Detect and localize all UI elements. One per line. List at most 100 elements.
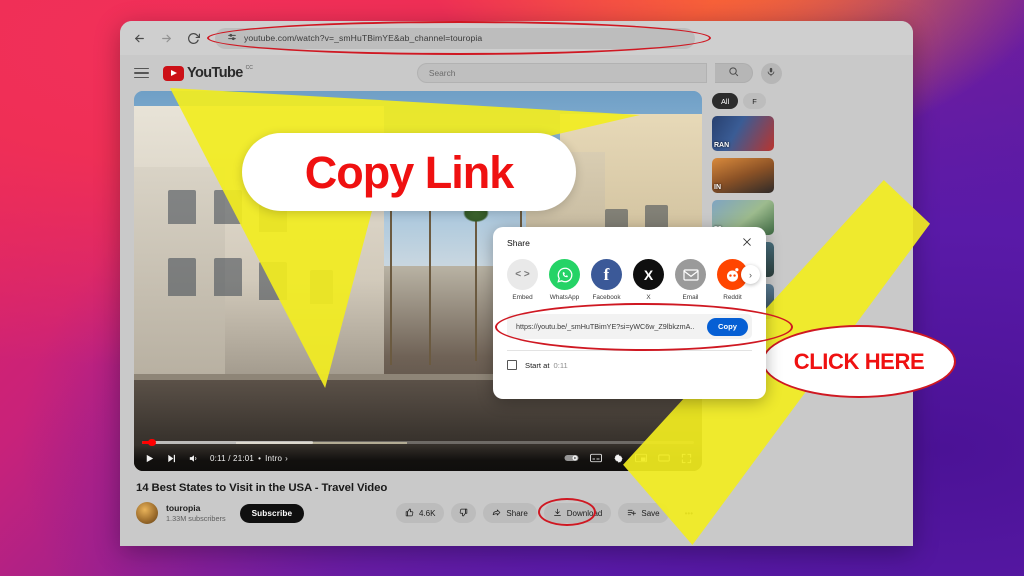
player-controls-right bbox=[564, 453, 692, 464]
chevron-right-icon[interactable]: › bbox=[741, 265, 760, 284]
share-dialog: Share < > Embed WhatsApp f Facebook X X bbox=[493, 227, 793, 399]
play-icon[interactable] bbox=[144, 453, 155, 464]
close-icon[interactable] bbox=[742, 237, 752, 249]
save-button[interactable]: Save bbox=[618, 503, 669, 523]
site-settings-icon[interactable] bbox=[227, 29, 237, 47]
scene-window bbox=[310, 269, 333, 304]
divider bbox=[507, 350, 752, 351]
start-at-checkbox[interactable] bbox=[507, 360, 517, 370]
download-icon bbox=[553, 508, 562, 519]
address-bar-url: youtube.com/watch?v=_smHuTBimYE&ab_chann… bbox=[244, 33, 483, 43]
filter-chips: All F bbox=[712, 93, 884, 109]
search-placeholder: Search bbox=[428, 68, 456, 78]
address-bar[interactable]: youtube.com/watch?v=_smHuTBimYE&ab_chann… bbox=[207, 21, 711, 55]
share-target-label: Email bbox=[682, 294, 699, 301]
subscribe-button[interactable]: Subscribe bbox=[239, 503, 305, 523]
progress-track[interactable] bbox=[142, 438, 694, 447]
dislike-button[interactable] bbox=[451, 503, 477, 523]
embed-code-icon: < > bbox=[507, 259, 538, 290]
share-target-label: Reddit bbox=[723, 294, 742, 301]
like-count: 4.6K bbox=[418, 508, 436, 518]
volume-icon[interactable] bbox=[188, 453, 199, 464]
player-controls-left: 0:11 / 21:01 • Intro › bbox=[144, 453, 288, 464]
back-icon[interactable] bbox=[130, 29, 148, 47]
search-icon bbox=[728, 64, 739, 82]
thumbs-up-icon bbox=[405, 508, 414, 519]
share-target-label: Embed bbox=[512, 294, 533, 301]
avatar[interactable] bbox=[136, 502, 158, 524]
subscriber-count: 1.33M subscribers bbox=[166, 514, 226, 523]
share-button[interactable]: Share bbox=[483, 503, 537, 523]
thumbs-down-icon bbox=[459, 508, 468, 519]
hamburger-icon[interactable] bbox=[134, 67, 149, 79]
download-button[interactable]: Download bbox=[543, 503, 612, 523]
share-label: Share bbox=[506, 508, 528, 518]
thumbnail-badge: RAN bbox=[714, 142, 730, 149]
next-track-icon[interactable] bbox=[166, 453, 177, 464]
copy-button[interactable]: Copy bbox=[707, 317, 748, 336]
forward-icon[interactable] bbox=[157, 29, 175, 47]
start-at-label: Start at bbox=[525, 360, 550, 370]
scene-window bbox=[213, 189, 242, 224]
share-targets: < > Embed WhatsApp f Facebook X X Email bbox=[507, 259, 760, 301]
scene-window bbox=[168, 258, 197, 297]
share-link-row[interactable]: https://youtu.be/_smHuTBimYE?si=yWC6w_Z9… bbox=[495, 303, 793, 351]
channel-info: touropia 1.33M subscribers bbox=[166, 503, 226, 523]
share-dialog-title: Share bbox=[507, 238, 530, 248]
reload-icon[interactable] bbox=[184, 29, 202, 47]
share-link-text: https://youtu.be/_smHuTBimYE?si=yWC6w_Z9… bbox=[516, 322, 695, 331]
voice-search-button[interactable] bbox=[760, 62, 782, 84]
video-meta-row: touropia 1.33M subscribers Subscribe 4.6… bbox=[134, 498, 702, 526]
share-target-x[interactable]: X X bbox=[633, 259, 664, 301]
chip-from-channel[interactable]: F bbox=[743, 93, 766, 109]
search-input[interactable]: Search bbox=[416, 63, 707, 83]
chapter-label[interactable]: Intro bbox=[265, 454, 282, 463]
copy-link-callout: Copy Link bbox=[242, 133, 576, 211]
subtitles-icon[interactable] bbox=[590, 453, 602, 463]
youtube-logo-superscript: CC bbox=[245, 64, 253, 71]
share-target-embed[interactable]: < > Embed bbox=[507, 259, 538, 301]
youtube-header: YouTube CC Search bbox=[120, 55, 913, 91]
video-title: 14 Best States to Visit in the USA - Tra… bbox=[136, 482, 388, 494]
player-controls: 0:11 / 21:01 • Intro › bbox=[134, 445, 702, 471]
scene-palm-tree bbox=[457, 200, 494, 361]
search-button[interactable] bbox=[714, 63, 753, 83]
channel-name[interactable]: touropia bbox=[166, 503, 226, 513]
share-target-label: X bbox=[646, 294, 651, 301]
autoplay-toggle-icon[interactable] bbox=[564, 453, 579, 463]
progress-bar[interactable] bbox=[134, 438, 702, 447]
email-icon bbox=[675, 259, 706, 290]
search-area: Search bbox=[416, 62, 782, 84]
video-thumbnail: RAN bbox=[712, 116, 774, 151]
gear-icon[interactable] bbox=[613, 453, 624, 464]
whatsapp-icon bbox=[549, 259, 580, 290]
list-item[interactable]: IN bbox=[712, 158, 884, 193]
share-target-facebook[interactable]: f Facebook bbox=[591, 259, 622, 301]
miniplayer-icon[interactable] bbox=[635, 453, 647, 463]
video-thumbnail: IN bbox=[712, 158, 774, 193]
start-at-row[interactable]: Start at 0:11 bbox=[507, 360, 752, 370]
thumbnail-badge: IN bbox=[714, 184, 721, 191]
fullscreen-icon[interactable] bbox=[681, 453, 692, 464]
youtube-logo-text: YouTube bbox=[187, 64, 243, 81]
scene-palm-tree bbox=[372, 189, 409, 365]
timecode: 0:11 / 21:01 bbox=[210, 453, 255, 463]
click-here-callout-text: CLICK HERE bbox=[793, 348, 925, 374]
share-target-email[interactable]: Email bbox=[675, 259, 706, 301]
more-actions-button[interactable]: ••• bbox=[676, 504, 702, 522]
youtube-logo[interactable]: YouTube CC bbox=[163, 64, 253, 81]
theater-mode-icon[interactable] bbox=[658, 453, 670, 463]
save-label: Save bbox=[641, 508, 660, 518]
start-at-time: 0:11 bbox=[553, 360, 568, 370]
share-target-label: WhatsApp bbox=[549, 294, 580, 301]
list-item[interactable]: RAN bbox=[712, 116, 884, 151]
browser-toolbar: youtube.com/watch?v=_smHuTBimYE&ab_chann… bbox=[120, 21, 913, 55]
like-button[interactable]: 4.6K bbox=[395, 503, 445, 523]
share-dialog-header: Share bbox=[507, 237, 752, 249]
share-target-whatsapp[interactable]: WhatsApp bbox=[549, 259, 580, 301]
scene-window bbox=[213, 258, 242, 297]
share-icon bbox=[492, 508, 501, 519]
scene-window bbox=[168, 189, 197, 224]
chip-all[interactable]: All bbox=[712, 93, 739, 109]
chapter-chevron-icon[interactable]: › bbox=[285, 454, 288, 463]
